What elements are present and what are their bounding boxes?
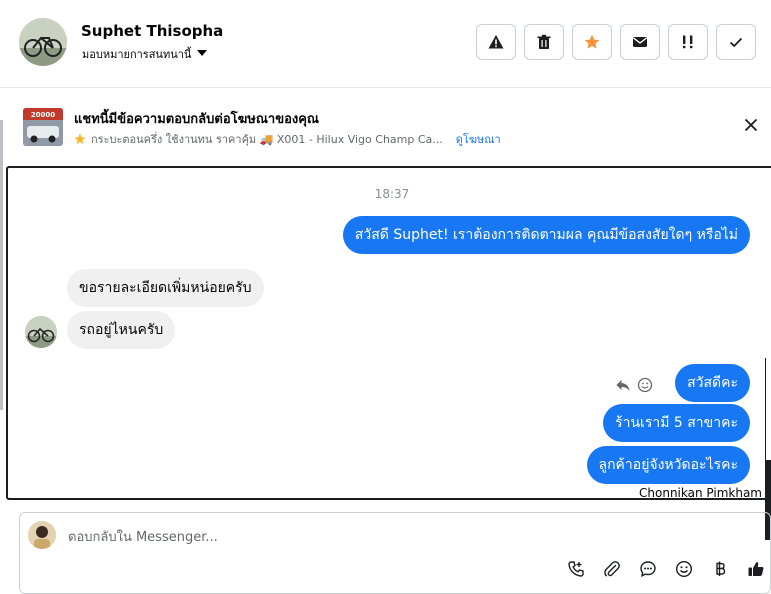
call-button[interactable] bbox=[566, 559, 586, 579]
side-panel-edge bbox=[765, 358, 771, 460]
envelope-icon bbox=[633, 37, 647, 47]
contact-name[interactable]: Suphet Thisopha bbox=[81, 22, 223, 40]
star-icon bbox=[584, 34, 600, 49]
star-icon bbox=[74, 133, 86, 144]
message-bubble-outgoing[interactable]: ลูกค้าอยู่จังหวัดอะไรคะ bbox=[586, 446, 750, 484]
mark-unread-button[interactable] bbox=[620, 24, 660, 60]
ad-thumbnail[interactable]: 20000 bbox=[23, 108, 63, 146]
emoji-button[interactable] bbox=[674, 559, 694, 579]
message-thread[interactable]: 18:37 สวัสดี Suphet! เราต้องการติดตามผล … bbox=[6, 166, 771, 500]
caret-down-icon bbox=[197, 50, 208, 56]
exclamation-icon bbox=[683, 35, 693, 49]
chat-bubble-icon bbox=[640, 561, 656, 578]
ad-subtitle-text: กระบะตอนครึ่ง ใช้งานทน ราคาคุ้ม 🚚 X001 -… bbox=[91, 133, 443, 146]
message-bubble-outgoing[interactable]: สวัสดีคะ bbox=[675, 364, 750, 402]
contact-avatar[interactable] bbox=[19, 18, 67, 66]
trash-icon bbox=[537, 34, 551, 49]
ad-thumb-price: 20000 bbox=[31, 111, 55, 119]
ad-banner-subtitle: กระบะตอนครึ่ง ใช้งานทน ราคาคุ้ม 🚚 X001 -… bbox=[74, 130, 501, 148]
warning-icon bbox=[488, 35, 504, 49]
ad-banner-title: แชทนี้มีข้อความตอบกลับต่อโฆษณาของคุณ bbox=[74, 112, 319, 127]
view-ad-link[interactable]: ดูโฆษณา bbox=[456, 130, 501, 148]
sender-name: Chonnikan Pimkham bbox=[639, 486, 762, 500]
reply-input[interactable] bbox=[68, 527, 688, 547]
message-bubble-outgoing[interactable]: ร้านเรามี 5 สาขาคะ bbox=[603, 404, 750, 442]
reply-icon[interactable] bbox=[615, 377, 631, 393]
attachment-icon bbox=[604, 561, 620, 577]
scrollbar-left[interactable] bbox=[0, 120, 3, 410]
follow-up-button[interactable] bbox=[668, 24, 708, 60]
messenger-inbox-thread: Suphet Thisopha มอบหมายการสนทนานี้ 20000… bbox=[0, 0, 771, 594]
message-bubble-incoming[interactable]: รถอยู่ไหนครับ bbox=[67, 311, 176, 349]
thread-header: Suphet Thisopha มอบหมายการสนทนานี้ bbox=[0, 0, 771, 88]
assign-dropdown[interactable]: มอบหมายการสนทนานี้ bbox=[82, 45, 208, 63]
star-button[interactable] bbox=[572, 24, 612, 60]
payment-button[interactable] bbox=[710, 559, 730, 579]
message-hover-tools bbox=[615, 377, 653, 393]
message-bubble-outgoing[interactable]: สวัสดี Suphet! เราต้องการติดตามผล คุณมีข… bbox=[342, 216, 750, 254]
call-icon bbox=[568, 561, 584, 577]
attach-button[interactable] bbox=[602, 559, 622, 579]
header-actions bbox=[476, 24, 756, 60]
thumbs-up-icon bbox=[748, 562, 764, 576]
saved-replies-button[interactable] bbox=[638, 559, 658, 579]
delete-button[interactable] bbox=[524, 24, 564, 60]
close-icon[interactable] bbox=[743, 117, 759, 133]
reply-composer bbox=[19, 512, 771, 594]
composer-toolbar bbox=[566, 559, 766, 579]
message-timestamp: 18:37 bbox=[374, 187, 410, 201]
ad-reply-banner: 20000 แชทนี้มีข้อความตอบกลับต่อโฆษณาของค… bbox=[0, 98, 771, 158]
assign-label: มอบหมายการสนทนานี้ bbox=[82, 48, 192, 61]
emoji-icon bbox=[675, 560, 693, 578]
sender-avatar[interactable] bbox=[25, 316, 57, 348]
mark-done-button[interactable] bbox=[716, 24, 756, 60]
baht-icon bbox=[716, 561, 726, 576]
warning-button[interactable] bbox=[476, 24, 516, 60]
like-button[interactable] bbox=[746, 559, 766, 579]
message-bubble-incoming[interactable]: ขอรายละเอียดเพิ่มหน่อยครับ bbox=[67, 269, 264, 307]
emoji-react-icon[interactable] bbox=[637, 377, 653, 393]
agent-avatar bbox=[28, 521, 56, 549]
check-icon bbox=[729, 37, 743, 48]
